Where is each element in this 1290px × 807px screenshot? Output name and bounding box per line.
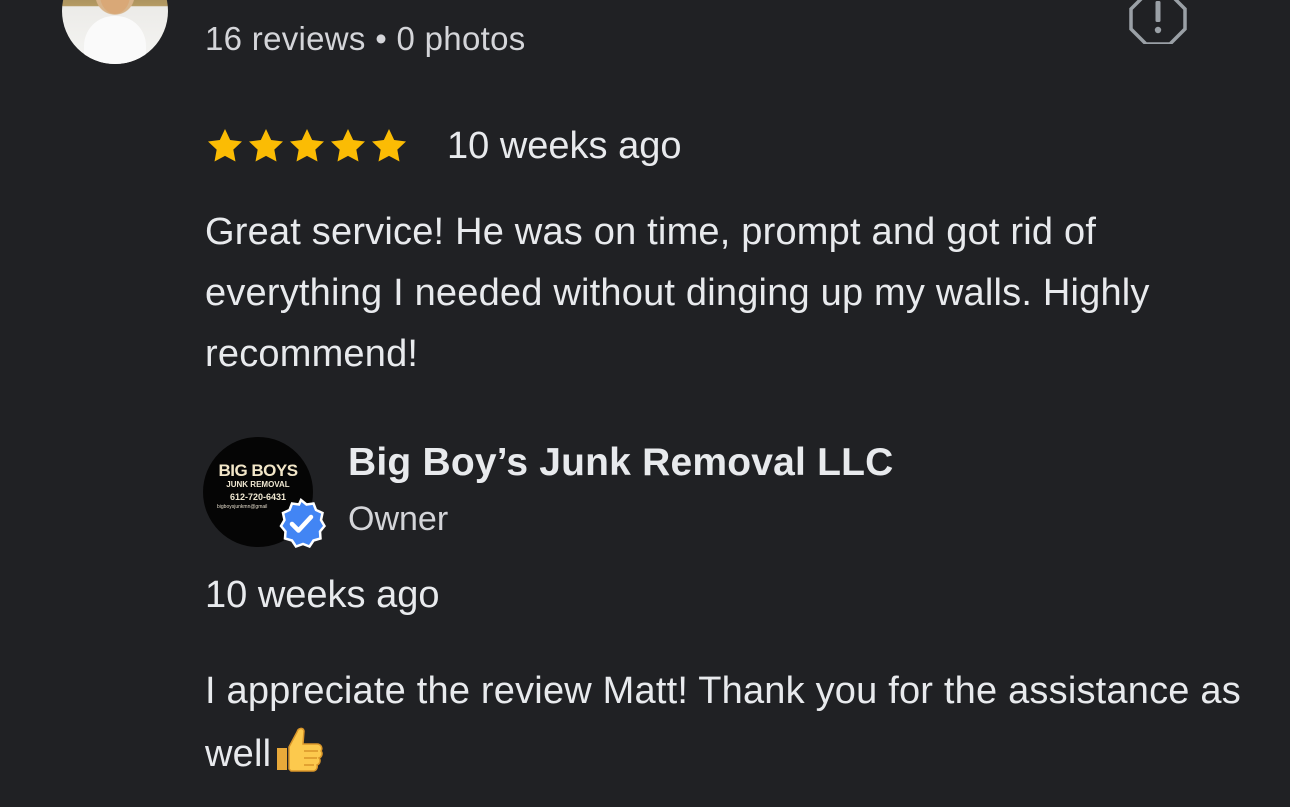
report-flag-icon[interactable] [1129, 0, 1187, 46]
star-rating [205, 126, 409, 166]
review-date: 10 weeks ago [447, 124, 682, 167]
star-icon [249, 129, 283, 162]
reply-text: I appreciate the review Matt! Thank you … [205, 661, 1245, 785]
avatar-face [100, 0, 130, 14]
logo-title: BIG BOYS [218, 461, 298, 480]
reply-date: 10 weeks ago [205, 574, 440, 616]
star-icon [208, 129, 242, 162]
verified-badge-icon [276, 497, 327, 549]
review-card: 16 reviews • 0 photos 10 weeks ago Great… [0, 0, 1290, 807]
reviewer-avatar[interactable] [62, 0, 168, 64]
thumbs-up-emoji [271, 722, 325, 776]
star-icon [331, 129, 365, 162]
rating-row: 10 weeks ago [205, 122, 682, 170]
owner-name[interactable]: Big Boy’s Junk Removal LLC [348, 441, 894, 485]
logo-email: bigboysjunkmn@gmail [217, 504, 268, 510]
review-text: Great service! He was on time, prompt an… [205, 211, 1150, 375]
owner-role: Owner [348, 500, 449, 538]
star-icon [290, 129, 324, 162]
star-icon [372, 129, 406, 162]
logo-subtitle: JUNK REMOVAL [226, 480, 290, 489]
reply-text-content: I appreciate the review Matt! Thank you … [205, 670, 1241, 775]
avatar-shirt [84, 16, 146, 64]
reviewer-meta: 16 reviews • 0 photos [205, 20, 526, 57]
